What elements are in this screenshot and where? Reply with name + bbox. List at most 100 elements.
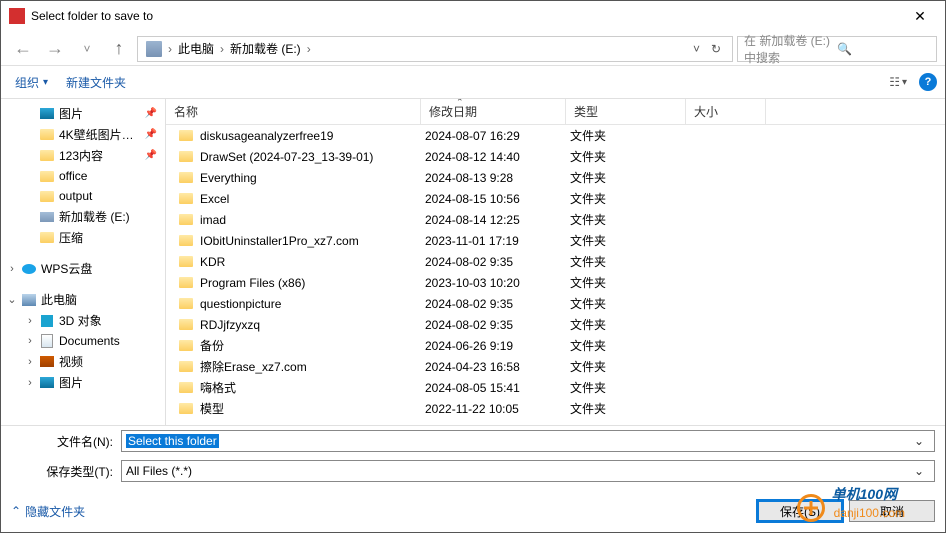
- hide-folders-button[interactable]: ⌃ 隐藏文件夹: [11, 503, 85, 520]
- table-row[interactable]: 嗨格式2024-08-05 15:41文件夹: [166, 377, 945, 398]
- sidebar-item-label: 视频: [59, 353, 83, 370]
- help-button[interactable]: ?: [919, 73, 937, 91]
- table-row[interactable]: imad2024-08-14 12:25文件夹: [166, 209, 945, 230]
- row-type: 文件夹: [570, 211, 690, 228]
- sidebar-item[interactable]: ›3D 对象: [1, 310, 165, 331]
- folder-icon: [178, 214, 194, 225]
- table-row[interactable]: DrawSet (2024-07-23_13-39-01)2024-08-12 …: [166, 146, 945, 167]
- filetype-select[interactable]: All Files (*.*) ⌄: [121, 460, 935, 482]
- sidebar-item[interactable]: 新加载卷 (E:): [1, 206, 165, 227]
- table-row[interactable]: diskusageanalyzerfree192024-08-07 16:29文…: [166, 125, 945, 146]
- folder-icon: [178, 256, 194, 267]
- save-button[interactable]: 保存(S): [757, 500, 843, 522]
- sidebar-item[interactable]: › 视频: [1, 351, 165, 372]
- sidebar-item[interactable]: ›图片: [1, 372, 165, 393]
- sidebar-item[interactable]: 123内容📌: [1, 145, 165, 166]
- row-name: Excel: [200, 192, 425, 206]
- doc-icon: [39, 333, 55, 349]
- row-date: 2024-08-12 14:40: [425, 150, 570, 164]
- row-name: 擦除Erase_xz7.com: [200, 358, 425, 375]
- row-date: 2024-08-07 16:29: [425, 129, 570, 143]
- column-date[interactable]: 修改日期: [421, 99, 566, 124]
- main-area: 图片📌4K壁纸图片…📌123内容📌 office output新加载卷 (E:)压缩…: [1, 99, 945, 425]
- sidebar-item[interactable]: ›Documents: [1, 331, 165, 351]
- table-row[interactable]: IObitUninstaller1Pro_xz7.com2023-11-01 1…: [166, 230, 945, 251]
- sidebar-item-label: office: [59, 169, 87, 183]
- table-row[interactable]: 擦除Erase_xz7.com2024-04-23 16:58文件夹: [166, 356, 945, 377]
- row-type: 文件夹: [570, 316, 690, 333]
- filetype-value: All Files (*.*): [126, 464, 192, 478]
- table-row[interactable]: Excel2024-08-15 10:56文件夹: [166, 188, 945, 209]
- up-button[interactable]: ↑: [105, 35, 133, 63]
- search-input[interactable]: 在 新加载卷 (E:) 中搜索 🔍: [737, 36, 937, 62]
- recent-button[interactable]: ˅: [73, 35, 101, 63]
- folder-icon: [178, 340, 194, 351]
- breadcrumb-pc[interactable]: 此电脑: [174, 40, 218, 57]
- row-type: 文件夹: [570, 295, 690, 312]
- row-name: IObitUninstaller1Pro_xz7.com: [200, 234, 425, 248]
- expand-icon[interactable]: ⌄: [7, 293, 17, 306]
- row-type: 文件夹: [570, 253, 690, 270]
- pic-icon: [39, 106, 55, 122]
- row-type: 文件夹: [570, 400, 690, 417]
- table-row[interactable]: RDJjfzyxzq2024-08-02 9:35文件夹: [166, 314, 945, 335]
- sidebar-item[interactable]: output: [1, 186, 165, 206]
- chevron-right-icon[interactable]: ›: [166, 42, 174, 56]
- row-name: diskusageanalyzerfree19: [200, 129, 425, 143]
- sidebar-item[interactable]: ⌄此电脑: [1, 289, 165, 310]
- expand-icon[interactable]: ›: [25, 356, 35, 368]
- file-list: ⌃ 名称 修改日期 类型 大小 diskusageanalyzerfree192…: [166, 99, 945, 425]
- row-name: 模型: [200, 400, 425, 417]
- view-button[interactable]: ☷▾: [889, 75, 907, 89]
- row-date: 2024-08-13 9:28: [425, 171, 570, 185]
- row-date: 2024-08-15 10:56: [425, 192, 570, 206]
- column-type[interactable]: 类型: [566, 99, 686, 124]
- new-folder-button[interactable]: 新建文件夹: [60, 70, 132, 95]
- chevron-down-icon[interactable]: ⌄: [908, 434, 930, 448]
- box3d-icon: [39, 313, 55, 329]
- address-field[interactable]: › 此电脑 › 新加载卷 (E:) › ˅ ↻: [137, 36, 733, 62]
- chevron-down-icon[interactable]: ⌄: [908, 464, 930, 478]
- expand-icon[interactable]: ›: [25, 315, 35, 327]
- expand-icon[interactable]: ›: [25, 335, 35, 347]
- table-row[interactable]: 模型2022-11-22 10:05文件夹: [166, 398, 945, 419]
- sidebar-item[interactable]: office: [1, 166, 165, 186]
- sidebar-item[interactable]: 4K壁纸图片…📌: [1, 124, 165, 145]
- breadcrumb-drive[interactable]: 新加载卷 (E:): [226, 40, 305, 57]
- sidebar[interactable]: 图片📌4K壁纸图片…📌123内容📌 office output新加载卷 (E:)压缩…: [1, 99, 166, 425]
- sidebar-item[interactable]: 压缩: [1, 227, 165, 248]
- close-button[interactable]: ✕: [897, 1, 943, 31]
- address-dropdown[interactable]: ˅: [689, 42, 704, 56]
- folder-icon: [178, 130, 194, 141]
- table-row[interactable]: 备份2024-06-26 9:19文件夹: [166, 335, 945, 356]
- cancel-button[interactable]: 取消: [849, 500, 935, 522]
- row-date: 2024-04-23 16:58: [425, 360, 570, 374]
- row-type: 文件夹: [570, 274, 690, 291]
- table-row[interactable]: Everything2024-08-13 9:28文件夹: [166, 167, 945, 188]
- column-name[interactable]: 名称: [166, 99, 421, 124]
- rows-container[interactable]: diskusageanalyzerfree192024-08-07 16:29文…: [166, 125, 945, 425]
- filename-input[interactable]: Select this folder ⌄: [121, 430, 935, 452]
- row-type: 文件夹: [570, 148, 690, 165]
- folder-icon: [178, 298, 194, 309]
- folder-icon: [178, 403, 194, 414]
- folder-icon: [178, 382, 194, 393]
- sidebar-item[interactable]: 图片📌: [1, 103, 165, 124]
- folder-icon: [178, 319, 194, 330]
- table-row[interactable]: KDR2024-08-02 9:35文件夹: [166, 251, 945, 272]
- column-size[interactable]: 大小: [686, 99, 766, 124]
- back-button[interactable]: ←: [9, 35, 37, 63]
- table-row[interactable]: Program Files (x86)2023-10-03 10:20文件夹: [166, 272, 945, 293]
- refresh-button[interactable]: ↻: [704, 42, 728, 56]
- folder-icon: [178, 151, 194, 162]
- sidebar-item[interactable]: ›WPS云盘: [1, 258, 165, 279]
- row-type: 文件夹: [570, 190, 690, 207]
- toolbar: 组织▾ 新建文件夹 ☷▾ ?: [1, 65, 945, 99]
- chevron-right-icon[interactable]: ›: [305, 42, 313, 56]
- expand-icon[interactable]: ›: [25, 377, 35, 389]
- table-row[interactable]: questionpicture2024-08-02 9:35文件夹: [166, 293, 945, 314]
- expand-icon[interactable]: ›: [7, 263, 17, 275]
- row-type: 文件夹: [570, 379, 690, 396]
- chevron-right-icon[interactable]: ›: [218, 42, 226, 56]
- organize-button[interactable]: 组织▾: [9, 70, 54, 95]
